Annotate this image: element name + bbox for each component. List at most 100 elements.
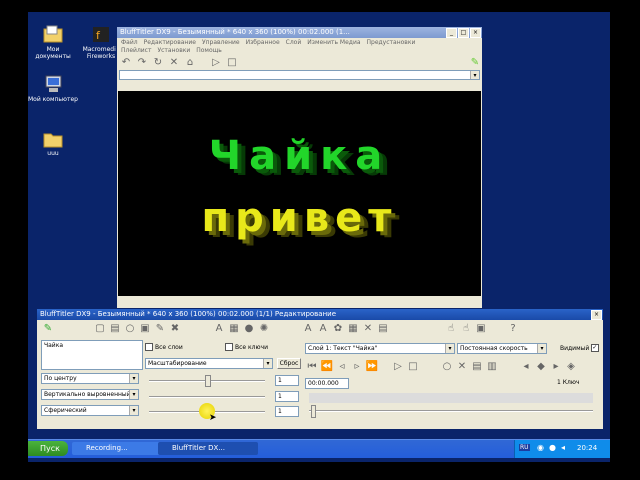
all-layers-checkbox[interactable] (145, 343, 153, 351)
menu-settings[interactable]: Установки (157, 47, 190, 54)
timeline-slider[interactable] (309, 410, 593, 412)
media-icon[interactable]: ▤ (376, 322, 390, 336)
timeline-thumb[interactable] (311, 405, 316, 418)
new-icon[interactable]: ▢ (93, 322, 107, 336)
prev-key-icon[interactable]: ⏪ (320, 359, 334, 373)
help-icon[interactable]: ? (506, 322, 520, 336)
taskbar-item-recording[interactable]: Recording... (72, 442, 166, 455)
start-button[interactable]: Пуск (28, 441, 68, 456)
key-add-icon[interactable]: ◆ (534, 359, 548, 373)
close-button[interactable]: × (470, 28, 481, 38)
font-icon[interactable]: A (301, 322, 315, 336)
address-dropdown[interactable] (119, 70, 480, 80)
vertical-align-dropdown[interactable]: Вертикально выровненный (41, 389, 139, 400)
step-back-icon[interactable]: ◃ (335, 359, 349, 373)
circle-icon[interactable]: ○ (123, 322, 137, 336)
close-button[interactable]: × (591, 310, 602, 320)
editor-titlebar[interactable]: BluffTitler DX9 - Безымянный * 640 x 360… (37, 309, 603, 320)
desktop: Мои документы f Macromedia Fireworks Мой… (28, 12, 610, 462)
menu-file[interactable]: Файл (121, 39, 138, 46)
stop-x-icon[interactable]: ✕ (167, 55, 181, 69)
volume-icon[interactable]: ◂ (561, 443, 565, 452)
font-style-icon[interactable]: A (316, 322, 330, 336)
play-icon[interactable]: ▷ (391, 359, 405, 373)
value-field-3[interactable]: 1 (275, 406, 299, 417)
record-icon[interactable]: ○ (440, 359, 454, 373)
time-field[interactable]: 00:00.000 (305, 378, 349, 389)
desktop-icon-folder-uuu[interactable]: uuu (28, 130, 78, 157)
desktop-icon-my-documents[interactable]: Мои документы (28, 24, 78, 60)
export-icon[interactable]: ▣ (474, 322, 488, 336)
menu-help[interactable]: Помощь (196, 47, 222, 54)
forward-icon[interactable]: ↷ (135, 55, 149, 69)
color-icon[interactable]: ✿ (331, 322, 345, 336)
delete-icon[interactable]: ✖ (168, 322, 182, 336)
menu-edit[interactable]: Редактирование (144, 39, 196, 46)
app-logo-icon[interactable]: ✎ (41, 322, 55, 336)
menu-layer[interactable]: Слой (286, 39, 302, 46)
taskbar-item-blufftitler[interactable]: BluffTitler DX... (158, 442, 258, 455)
preview-titlebar[interactable]: BluffTitler DX9 - Безымянный * 640 x 360… (117, 27, 482, 38)
record-tray-icon[interactable]: ● (549, 443, 556, 452)
edit-icon[interactable]: ✎ (153, 322, 167, 336)
refresh-icon[interactable]: ↻ (151, 55, 165, 69)
menu-playlist[interactable]: Плейлист (121, 47, 151, 54)
transport-controls: ⏮ ⏪ ◃ ▹ ⏩ ▷ □ ○ ✕ ▤ ▥ ◂ ◆ ▸ ◈ (305, 359, 578, 373)
all-layers-checkbox-row[interactable]: Все слои (145, 343, 183, 351)
slider-2[interactable] (149, 396, 265, 398)
value-field-2[interactable]: 1 (275, 391, 299, 402)
folder-documents-icon (43, 25, 63, 43)
like-icon[interactable]: ☝ (444, 322, 458, 336)
minimize-button[interactable]: _ (446, 28, 457, 38)
particles-icon[interactable]: ✺ (257, 322, 271, 336)
network-icon[interactable]: ◉ (537, 443, 544, 452)
stop-icon[interactable]: □ (225, 55, 239, 69)
copy-key-icon[interactable]: ▤ (470, 359, 484, 373)
preview-menubar-2: Плейлист Установки Помощь (117, 47, 482, 55)
go-start-icon[interactable]: ⏮ (305, 359, 319, 373)
menu-presets[interactable]: Предустановки (367, 39, 416, 46)
paste-key-icon[interactable]: ▥ (485, 359, 499, 373)
open-icon[interactable]: ▤ (108, 322, 122, 336)
visible-checkbox[interactable]: ✓ (591, 344, 600, 352)
key-all-icon[interactable]: ◈ (564, 359, 578, 373)
visible-checkbox-row[interactable]: Видимый ✓ (560, 344, 600, 352)
thumb-icon[interactable]: ☝ (459, 322, 473, 336)
text-layer-icon[interactable]: A (212, 322, 226, 336)
key-next-icon[interactable]: ▸ (549, 359, 563, 373)
texture-icon[interactable]: ▦ (346, 322, 360, 336)
menu-media[interactable]: Изменить Медиа (307, 39, 360, 46)
text-input-area[interactable]: Чайка (41, 340, 143, 370)
menu-control[interactable]: Управление (202, 39, 240, 46)
language-indicator[interactable]: RU (519, 444, 530, 451)
value-field-1[interactable]: 1 (275, 375, 299, 386)
home-icon[interactable]: ⌂ (183, 55, 197, 69)
stop-icon[interactable]: □ (406, 359, 420, 373)
reset-button[interactable]: Сброс (277, 358, 301, 369)
effect-dropdown[interactable]: Масштабирование (145, 358, 273, 369)
desktop-icon-my-computer[interactable]: Мой компьютер (28, 74, 78, 103)
maximize-button[interactable]: □ (458, 28, 469, 38)
layer-dropdown[interactable]: Слой 1: Текст "Чайка" (305, 343, 455, 354)
align-dropdown[interactable]: По центру (41, 373, 139, 384)
slider-1-thumb[interactable] (205, 375, 211, 387)
next-key-icon[interactable]: ⏩ (365, 359, 379, 373)
image-layer-icon[interactable]: ▦ (227, 322, 241, 336)
speed-dropdown[interactable]: Постоянная скорость (457, 343, 547, 354)
all-keys-checkbox[interactable] (225, 343, 233, 351)
shape-dropdown[interactable]: Сферический (41, 405, 139, 416)
key-prev-icon[interactable]: ◂ (519, 359, 533, 373)
image-icon[interactable]: ▣ (138, 322, 152, 336)
play-icon[interactable]: ▷ (209, 55, 223, 69)
step-forward-icon[interactable]: ▹ (350, 359, 364, 373)
remove-icon[interactable]: ✕ (361, 322, 375, 336)
light-icon[interactable]: ● (242, 322, 256, 336)
menu-favorites[interactable]: Избранное (246, 39, 280, 46)
system-tray: RU ◉ ● ◂ 20:24 (514, 440, 610, 458)
back-icon[interactable]: ↶ (119, 55, 133, 69)
delete-key-icon[interactable]: ✕ (455, 359, 469, 373)
all-keys-checkbox-row[interactable]: Все ключи (225, 343, 268, 351)
sketch-icon[interactable]: ✎ (468, 55, 482, 69)
timeline-track[interactable] (309, 393, 593, 403)
taskbar: Пуск Recording... BluffTitler DX... RU ◉… (28, 439, 610, 458)
